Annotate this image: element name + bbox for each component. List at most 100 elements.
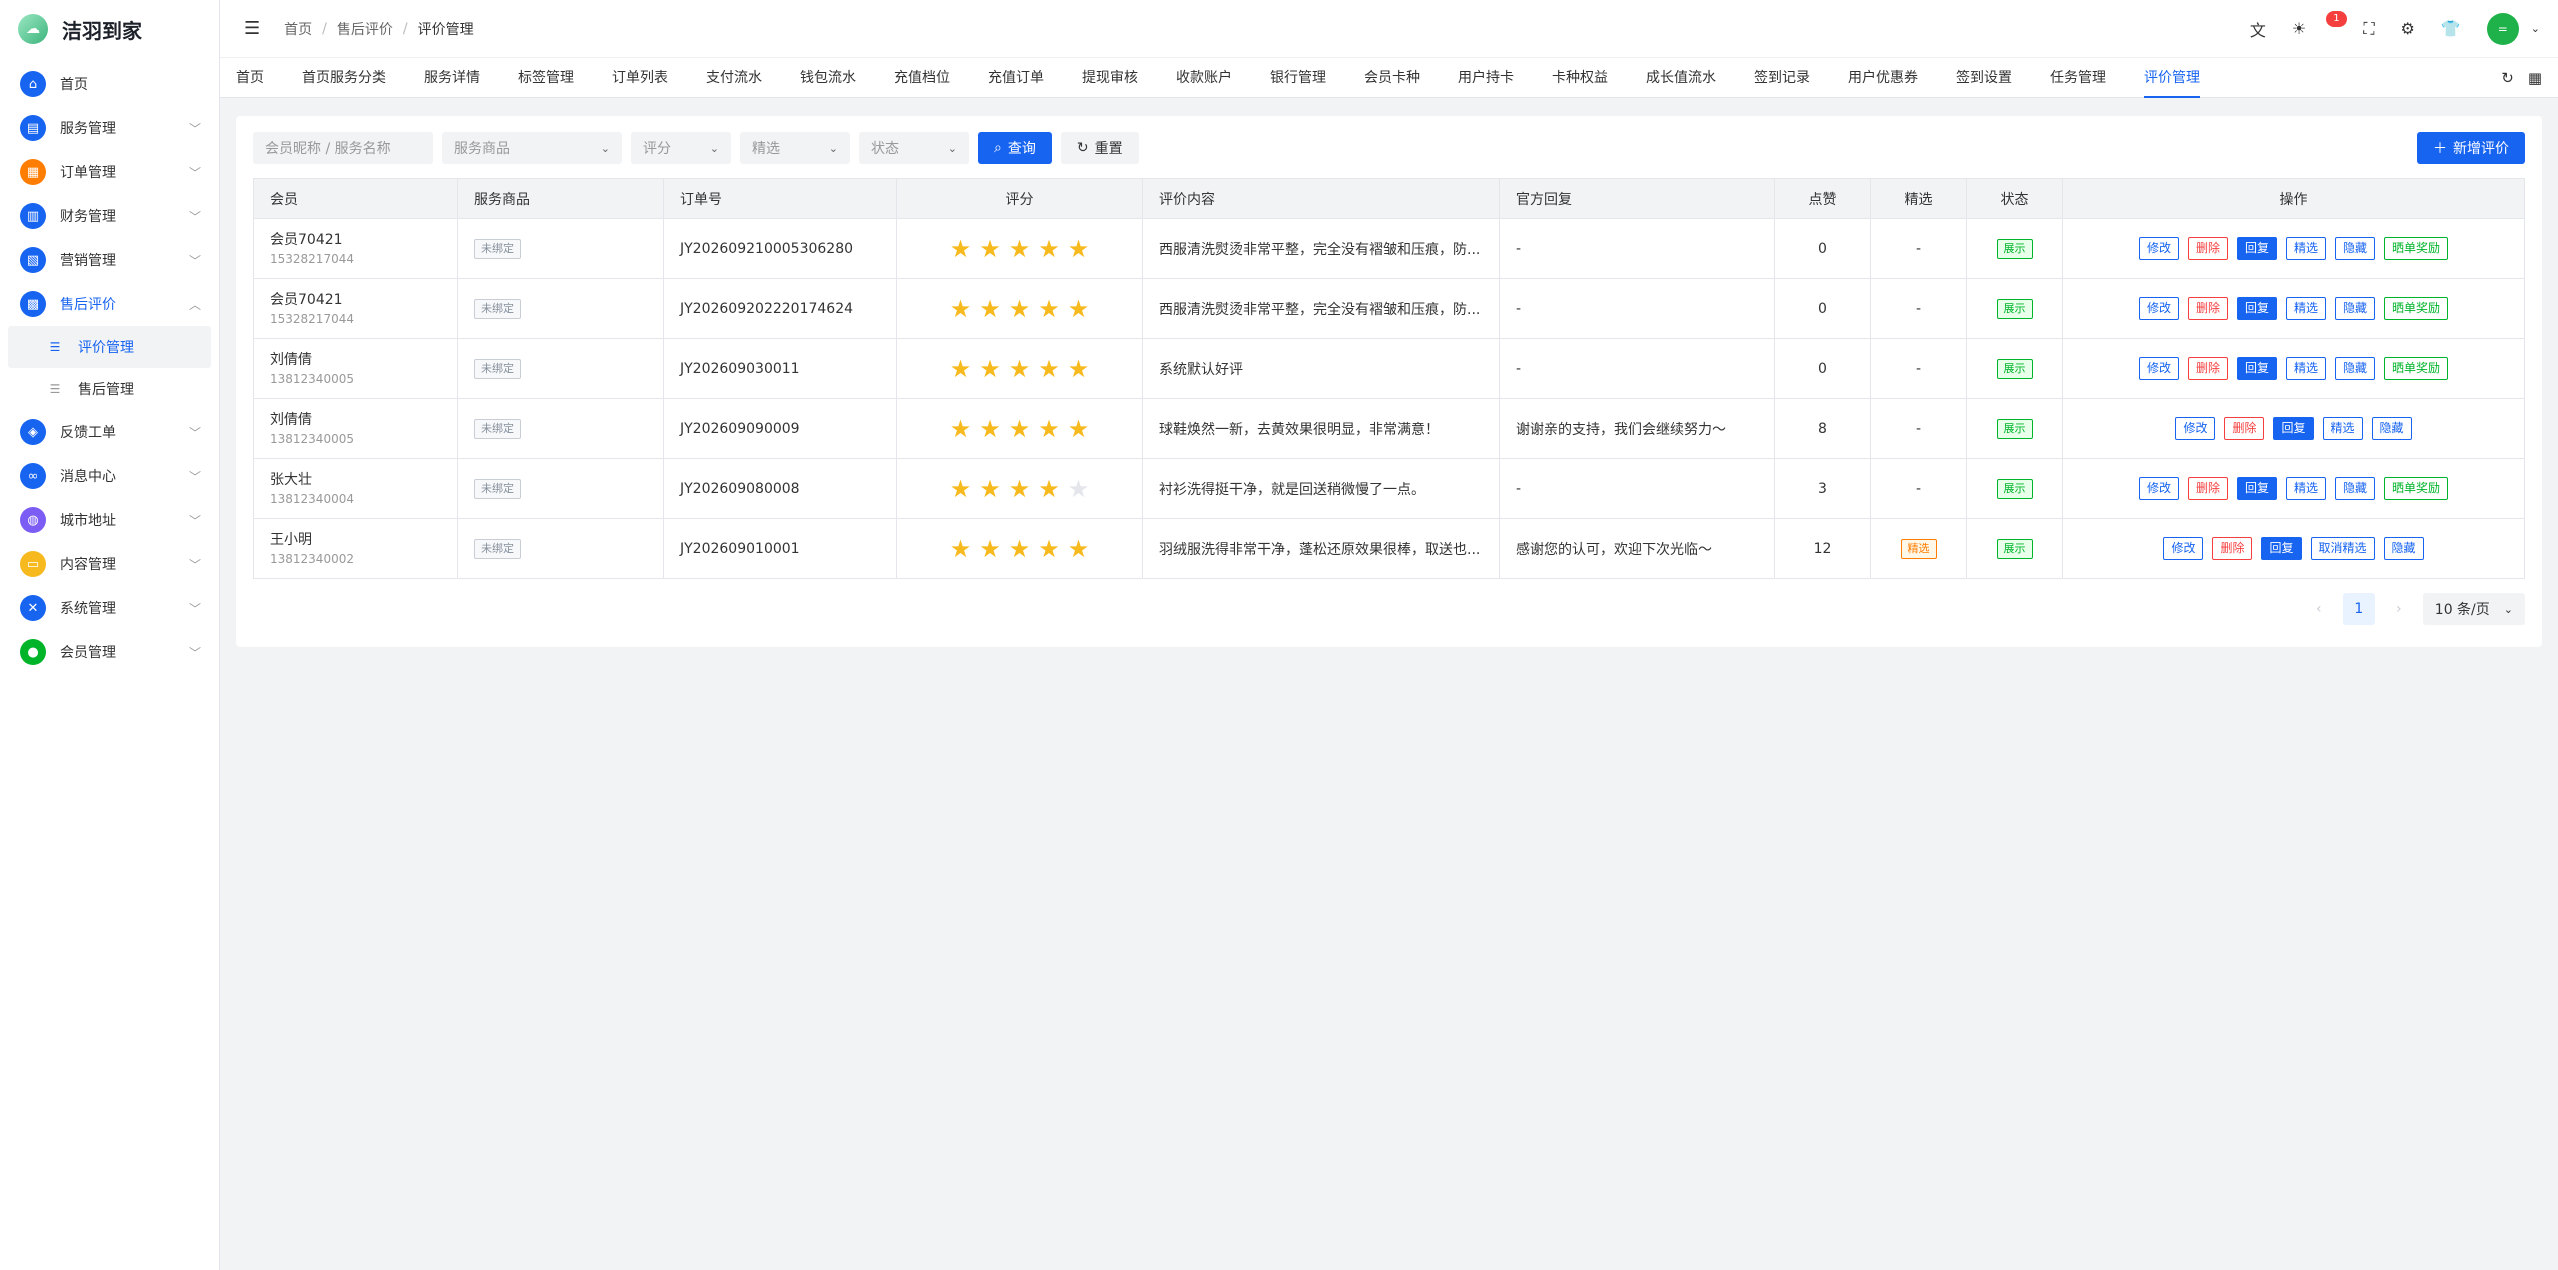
refresh-icon[interactable]: ↻ [2501, 69, 2514, 87]
sidebar-item-10[interactable]: ✕ 系统管理 ﹀ [0, 586, 219, 630]
submenu-item-0[interactable]: ☰ 评价管理 [8, 326, 211, 368]
star-icon[interactable]: ★ [1009, 357, 1031, 381]
grid-menu-icon[interactable]: ▦ [2528, 69, 2542, 87]
tab-15[interactable]: 成长值流水 [1646, 58, 1716, 98]
star-icon[interactable]: ★ [979, 537, 1001, 561]
sidebar-item-9[interactable]: ▭ 内容管理 ﹀ [0, 542, 219, 586]
star-icon[interactable]: ★ [979, 357, 1001, 381]
star-icon[interactable]: ★ [979, 237, 1001, 261]
service-select[interactable]: 服务商品 ⌄ [442, 132, 622, 164]
status-select[interactable]: 状态 ⌄ [859, 132, 969, 164]
page-number-current[interactable]: 1 [2342, 593, 2375, 625]
tab-18[interactable]: 签到设置 [1956, 58, 2012, 98]
feature-button[interactable]: 精选 [2286, 297, 2327, 320]
star-icon[interactable]: ★ [1038, 297, 1060, 321]
delete-button[interactable]: 删除 [2224, 417, 2265, 440]
fullscreen-icon[interactable]: ⛶ [2363, 19, 2374, 39]
reward-button[interactable]: 晒单奖励 [2384, 477, 2449, 500]
reward-button[interactable]: 晒单奖励 [2384, 237, 2449, 260]
tab-2[interactable]: 服务详情 [424, 58, 480, 98]
hide-button[interactable]: 隐藏 [2371, 417, 2412, 440]
star-icon[interactable]: ★ [1068, 297, 1090, 321]
sidebar-item-6[interactable]: ◈ 反馈工单 ﹀ [0, 410, 219, 454]
star-icon[interactable]: ★ [1009, 537, 1031, 561]
delete-button[interactable]: 删除 [2187, 477, 2228, 500]
star-icon[interactable]: ★ [1068, 237, 1090, 261]
shirt-icon[interactable]: 👕 [2441, 19, 2461, 38]
star-icon[interactable]: ★ [979, 477, 1001, 501]
next-page-icon[interactable]: › [2387, 601, 2411, 617]
tab-0[interactable]: 首页 [236, 58, 264, 98]
prev-page-icon[interactable]: ‹ [2307, 601, 2331, 617]
tab-13[interactable]: 用户持卡 [1458, 58, 1514, 98]
tab-7[interactable]: 充值档位 [894, 58, 950, 98]
tab-1[interactable]: 首页服务分类 [302, 58, 386, 98]
hide-button[interactable]: 隐藏 [2383, 537, 2424, 560]
delete-button[interactable]: 删除 [2187, 357, 2228, 380]
tab-11[interactable]: 银行管理 [1270, 58, 1326, 98]
hide-button[interactable]: 隐藏 [2335, 477, 2376, 500]
star-icon[interactable]: ★ [1009, 477, 1031, 501]
tab-19[interactable]: 任务管理 [2050, 58, 2106, 98]
reply-button[interactable]: 回复 [2236, 357, 2277, 380]
tab-12[interactable]: 会员卡种 [1364, 58, 1420, 98]
edit-button[interactable]: 修改 [2138, 477, 2179, 500]
featured-select[interactable]: 精选 ⌄ [740, 132, 850, 164]
star-icon[interactable]: ★ [1038, 237, 1060, 261]
add-review-button[interactable]: ＋ 新增评价 [2417, 132, 2525, 164]
star-icon[interactable]: ★ [950, 477, 972, 501]
edit-button[interactable]: 修改 [2138, 357, 2179, 380]
edit-button[interactable]: 修改 [2138, 237, 2179, 260]
unfeature-button[interactable]: 取消精选 [2310, 537, 2375, 560]
star-icon[interactable]: ★ [950, 417, 972, 441]
star-icon[interactable]: ★ [1068, 537, 1090, 561]
reply-button[interactable]: 回复 [2273, 417, 2314, 440]
edit-button[interactable]: 修改 [2163, 537, 2204, 560]
sidebar-item-1[interactable]: ▤ 服务管理 ﹀ [0, 106, 219, 150]
rating-select[interactable]: 评分 ⌄ [631, 132, 731, 164]
star-icon[interactable]: ★ [1038, 357, 1060, 381]
star-icon[interactable]: ★ [1009, 237, 1031, 261]
sidebar-item-7[interactable]: ∞ 消息中心 ﹀ [0, 454, 219, 498]
reply-button[interactable]: 回复 [2261, 537, 2302, 560]
tab-17[interactable]: 用户优惠券 [1848, 58, 1918, 98]
feature-button[interactable]: 精选 [2286, 237, 2327, 260]
delete-button[interactable]: 删除 [2187, 237, 2228, 260]
star-icon[interactable]: ★ [979, 417, 1001, 441]
reward-button[interactable]: 晒单奖励 [2384, 357, 2449, 380]
star-icon[interactable]: ★ [950, 297, 972, 321]
theme-sun-icon[interactable]: ☀ [2292, 19, 2306, 38]
delete-button[interactable]: 删除 [2187, 297, 2228, 320]
star-icon[interactable]: ★ [1068, 477, 1090, 501]
sidebar-item-3[interactable]: ▥ 财务管理 ﹀ [0, 194, 219, 238]
notification-bell-icon[interactable]: 1 [2326, 11, 2347, 38]
sidebar-item-4[interactable]: ▧ 营销管理 ﹀ [0, 238, 219, 282]
tab-10[interactable]: 收款账户 [1176, 58, 1232, 98]
reply-button[interactable]: 回复 [2236, 477, 2277, 500]
tab-3[interactable]: 标签管理 [518, 58, 574, 98]
tab-4[interactable]: 订单列表 [612, 58, 668, 98]
edit-button[interactable]: 修改 [2175, 417, 2216, 440]
star-icon[interactable]: ★ [979, 297, 1001, 321]
menu-collapse-icon[interactable]: ☰ [244, 18, 260, 39]
reset-button[interactable]: ↻ 重置 [1060, 132, 1139, 164]
feature-button[interactable]: 精选 [2322, 417, 2363, 440]
submenu-item-1[interactable]: ☰ 售后管理 [8, 368, 211, 410]
tab-9[interactable]: 提现审核 [1082, 58, 1138, 98]
reward-button[interactable]: 晒单奖励 [2384, 297, 2449, 320]
star-icon[interactable]: ★ [1038, 417, 1060, 441]
app-logo[interactable]: ☁ 洁羽到家 [0, 0, 219, 58]
delete-button[interactable]: 删除 [2212, 537, 2253, 560]
chevron-down-icon[interactable]: ⌄ [2531, 22, 2540, 35]
reply-button[interactable]: 回复 [2236, 237, 2277, 260]
star-icon[interactable]: ★ [1068, 417, 1090, 441]
sidebar-item-5[interactable]: ▩ 售后评价 ︿ [0, 282, 219, 326]
tab-16[interactable]: 签到记录 [1754, 58, 1810, 98]
tab-8[interactable]: 充值订单 [988, 58, 1044, 98]
hide-button[interactable]: 隐藏 [2335, 297, 2376, 320]
star-icon[interactable]: ★ [950, 237, 972, 261]
edit-button[interactable]: 修改 [2138, 297, 2179, 320]
sidebar-item-11[interactable]: ● 会员管理 ﹀ [0, 630, 219, 674]
breadcrumb-item-after-sales[interactable]: 售后评价 [337, 19, 393, 39]
page-size-select[interactable]: 10 条/页 ⌄ [2422, 593, 2525, 625]
